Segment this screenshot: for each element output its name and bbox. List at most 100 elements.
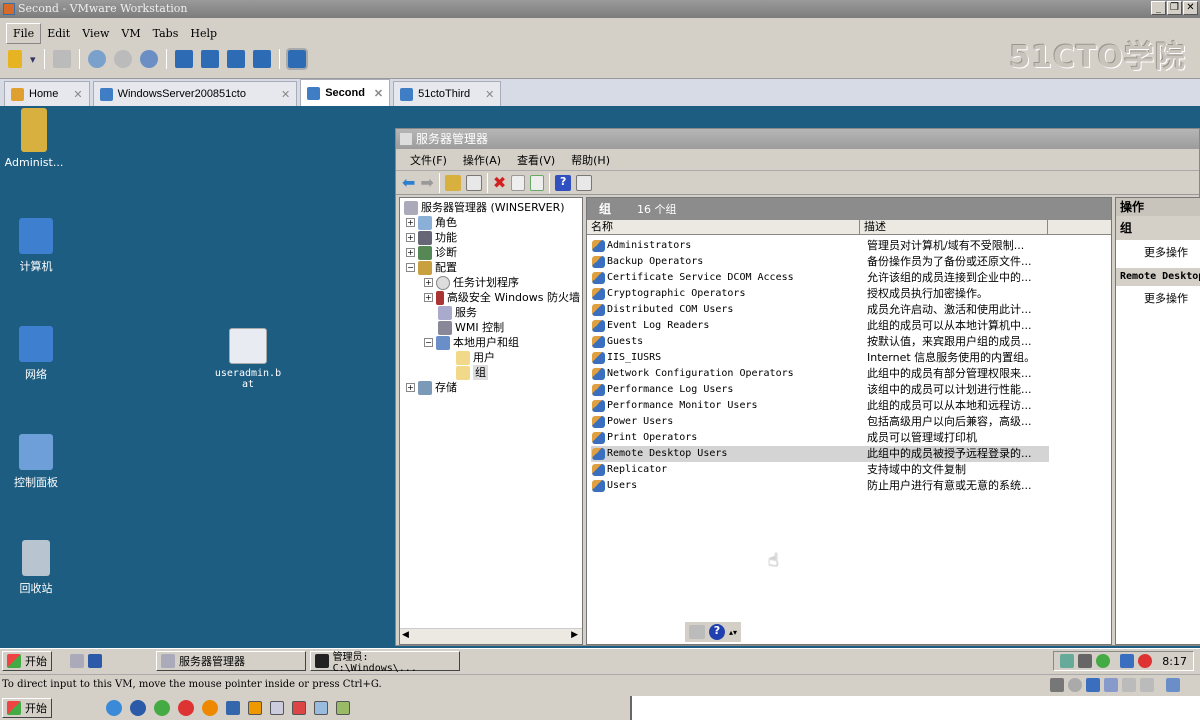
network-adapter-icon[interactable] [1086, 678, 1100, 692]
minimize-button[interactable]: _ [1151, 1, 1166, 15]
scroll-right-icon[interactable]: ▶ [571, 630, 578, 640]
qq-icon[interactable] [178, 700, 194, 716]
desktop-icon-recycle-bin[interactable]: 回收站 [0, 540, 74, 596]
tree-item-users[interactable]: 用户 [456, 350, 495, 365]
explorer-icon[interactable] [270, 701, 284, 715]
tree-item-services[interactable]: 服务 [438, 305, 477, 320]
desktop-icon-useradmin-bat[interactable]: useradmin.bat [208, 328, 288, 390]
more-actions-selected[interactable]: 更多操作 [1116, 286, 1200, 314]
table-row[interactable]: Performance Log Users 该组中的成员可以计划进行性能... [591, 382, 1049, 398]
table-row[interactable]: Distributed COM Users 成员允许启动、激活和使用此计... [591, 302, 1049, 318]
tree-item-task-scheduler[interactable]: + 任务计划程序 [424, 275, 519, 290]
tree-item-roles[interactable]: + 角色 [406, 215, 457, 230]
menu-view[interactable]: 查看(V) [509, 152, 563, 168]
collapse-icon[interactable]: − [406, 263, 415, 272]
snapshot-icon[interactable] [87, 50, 106, 68]
hard-disk-icon[interactable] [1050, 678, 1064, 692]
restore-button[interactable]: ❐ [1167, 1, 1182, 15]
menu-vm[interactable]: VM [115, 24, 146, 43]
table-row[interactable]: Print Operators 成员可以管理域打印机 [591, 430, 1049, 446]
expand-icon[interactable]: + [406, 218, 415, 227]
table-row[interactable]: IIS_IUSRS Internet 信息服务使用的内置组。 [591, 350, 1049, 366]
ie-icon[interactable] [106, 700, 122, 716]
tree-item-features[interactable]: + 功能 [406, 230, 457, 245]
send-keys-icon[interactable] [52, 50, 71, 68]
desktop-icon-computer[interactable]: 计算机 [0, 218, 74, 274]
console-view-icon[interactable] [285, 48, 308, 70]
table-row[interactable]: Backup Operators 备份操作员为了备份或还原文件... [591, 254, 1049, 270]
table-row[interactable]: Guests 按默认值，来宾跟用户组的成员... [591, 334, 1049, 350]
desktop-icon-control-panel[interactable]: 控制面板 [0, 434, 74, 490]
fullscreen-icon[interactable] [226, 50, 245, 68]
scroll-left-icon[interactable]: ◀ [402, 630, 409, 640]
desktop-icon-administrator[interactable]: Administ... [0, 108, 72, 169]
tree-item-groups[interactable]: 组 [456, 365, 488, 380]
tree-item-wmi-control[interactable]: WMI 控制 [438, 320, 504, 335]
tree-item-local-users-groups[interactable]: − 本地用户和组 [424, 335, 519, 350]
up-folder-icon[interactable] [444, 174, 461, 191]
tab-home[interactable]: Home ✕ [4, 81, 90, 106]
menu-edit[interactable]: Edit [41, 24, 76, 43]
tab-windowsserver200851cto[interactable]: WindowsServer200851cto ✕ [92, 81, 298, 106]
window-icon[interactable] [314, 701, 328, 715]
dropdown-icon[interactable]: ▾ [30, 53, 36, 66]
close-tab-icon[interactable]: ✕ [374, 87, 383, 100]
usb-icon[interactable] [1104, 678, 1118, 692]
unity-icon[interactable] [252, 50, 271, 68]
table-row[interactable]: Replicator 支持域中的文件复制 [591, 462, 1049, 478]
expand-icon[interactable]: + [406, 248, 415, 257]
server-manager-quicklaunch-icon[interactable] [70, 653, 84, 668]
help-icon[interactable]: ? [709, 624, 725, 640]
menu-help[interactable]: Help [184, 24, 223, 43]
table-row[interactable]: Event Log Readers 此组的成员可以从本地计算机中... [591, 318, 1049, 334]
options-icon[interactable]: ▴▾ [729, 628, 737, 637]
table-row[interactable]: Remote Desktop Users 此组中的成员被授予远程登录的... [591, 446, 1049, 462]
column-header-name[interactable]: 名称 [587, 220, 860, 235]
expand-icon[interactable]: + [406, 383, 415, 392]
expand-icon[interactable]: + [424, 278, 433, 287]
tree-root-server-manager[interactable]: 服务器管理器 (WINSERVER) [404, 200, 565, 215]
close-tab-icon[interactable]: ✕ [485, 88, 494, 101]
table-row[interactable]: Administrators 管理员对计算机/域有不受限制... [591, 238, 1049, 254]
vmware-taskbar-icon[interactable] [248, 701, 262, 715]
close-button[interactable]: ✕ [1183, 1, 1198, 15]
close-tab-icon[interactable]: ✕ [281, 88, 290, 101]
actions-section-selected[interactable]: Remote Desktop Users [1116, 268, 1200, 286]
taskbar-item-server-manager[interactable]: 服务器管理器 [156, 650, 306, 671]
snapshot-manager-icon[interactable] [139, 50, 158, 68]
collapse-icon[interactable]: − [424, 338, 433, 347]
expand-icon[interactable]: + [406, 233, 415, 242]
help-icon[interactable]: ? [555, 174, 572, 191]
tray-icon[interactable] [1060, 654, 1075, 668]
forward-icon[interactable]: ➡ [420, 173, 433, 192]
tree-item-storage[interactable]: + 存储 [406, 380, 457, 395]
tab-51ctothird[interactable]: 51ctoThird ✕ [393, 81, 502, 106]
table-row[interactable]: Users 防止用户进行有意或无意的系统... [591, 478, 1049, 494]
table-row[interactable]: Cryptographic Operators 授权成员执行加密操作。 [591, 286, 1049, 302]
message-log-icon[interactable] [1166, 678, 1180, 692]
tree-item-diagnostics[interactable]: + 诊断 [406, 245, 457, 260]
table-row[interactable]: Power Users 包括高级用户以向后兼容，高级... [591, 414, 1049, 430]
browser-icon[interactable] [130, 700, 146, 716]
close-tab-icon[interactable]: ✕ [73, 88, 82, 101]
guest-start-button[interactable]: 开始 [2, 650, 52, 671]
ie-green-icon[interactable] [154, 700, 170, 716]
sidebar-view-icon[interactable] [174, 50, 193, 68]
menu-file[interactable]: 文件(F) [402, 152, 455, 168]
menu-view[interactable]: View [76, 24, 115, 43]
volume-muted-icon[interactable] [1138, 654, 1153, 668]
tray-icon[interactable] [1078, 654, 1093, 668]
show-hide-tree-icon[interactable] [465, 174, 482, 191]
show-hide-action-pane-icon[interactable] [576, 174, 593, 191]
table-row[interactable]: Performance Monitor Users 此组的成员可以从本地和远程访.… [591, 398, 1049, 414]
app-icon[interactable] [202, 700, 218, 716]
sound-icon[interactable] [1122, 678, 1136, 692]
menu-action[interactable]: 操作(A) [455, 152, 509, 168]
notepad-icon[interactable] [336, 701, 350, 715]
export-list-icon[interactable] [530, 174, 545, 191]
properties-icon[interactable] [511, 174, 526, 191]
tab-second[interactable]: Second ✕ [300, 79, 391, 106]
back-icon[interactable]: ⬅ [402, 173, 415, 192]
table-row[interactable]: Certificate Service DCOM Access 允许该组的成员连接… [591, 270, 1049, 286]
menu-help[interactable]: 帮助(H) [563, 152, 618, 168]
